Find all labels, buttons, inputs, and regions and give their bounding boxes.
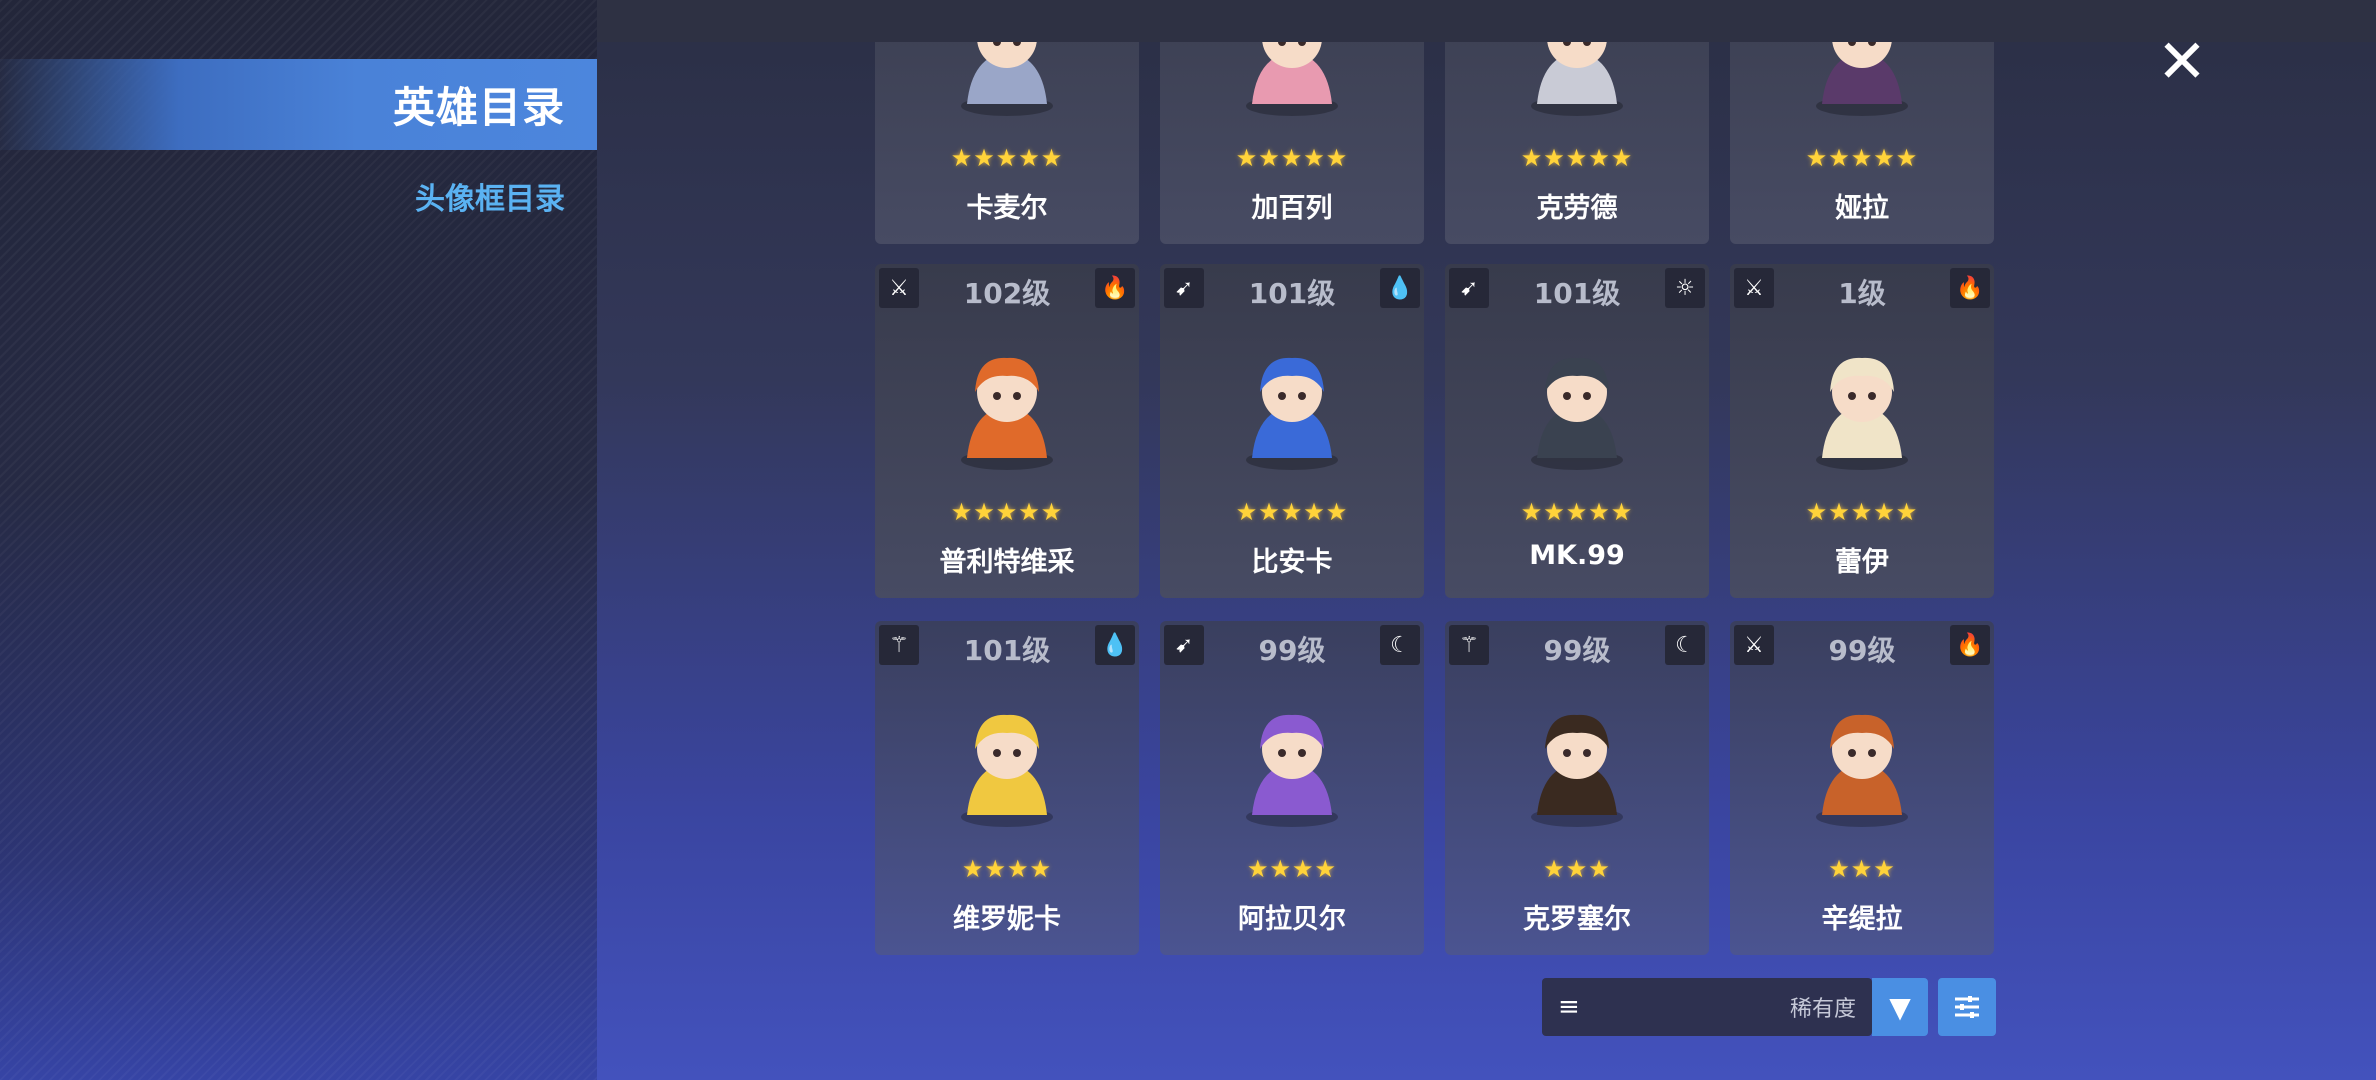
hero-portrait: [1507, 697, 1647, 837]
hero-level: 101级: [1248, 277, 1336, 310]
hero-portrait: [1507, 42, 1647, 126]
sidebar: 英雄目录 头像框目录: [0, 0, 597, 1080]
hero-rarity-stars: ★★★: [1828, 855, 1896, 883]
hero-portrait: [1222, 42, 1362, 126]
hero-card[interactable]: ⚔ 🔥 99级 ★★★ 辛缇拉: [1730, 621, 1994, 955]
hero-rarity-stars: ★★★★★: [1520, 498, 1634, 526]
chevron-down-icon: ▼: [1889, 990, 1911, 1024]
hero-level: 99级: [1828, 634, 1896, 667]
hero-name: MK.99: [1529, 540, 1625, 571]
hero-rarity-stars: ★★★★★: [1520, 144, 1634, 172]
hero-name: 卡麦尔: [966, 193, 1048, 224]
hero-name: 普利特维采: [939, 547, 1075, 578]
hero-portrait: [1222, 697, 1362, 837]
hero-name: 蕾伊: [1835, 547, 1889, 578]
tab-hero-catalog[interactable]: 英雄目录: [0, 59, 597, 150]
top-bar: [597, 0, 2376, 42]
hero-name: 克罗塞尔: [1523, 904, 1631, 935]
hero-name: 阿拉贝尔: [1238, 904, 1346, 935]
hero-card[interactable]: ★★★★★ 娅拉: [1730, 42, 1994, 244]
sort-dropdown[interactable]: ≡ 稀有度: [1542, 978, 1872, 1036]
hero-level: 102级: [963, 277, 1051, 310]
hero-name: 辛缇拉: [1821, 904, 1903, 935]
hero-rarity-stars: ★★★★: [961, 855, 1053, 883]
hero-portrait: [937, 697, 1077, 837]
hero-card[interactable]: ★★★★★ 加百列: [1160, 42, 1424, 244]
close-icon: ✕: [2156, 27, 2208, 97]
hero-rarity-stars: ★★★★★: [1235, 144, 1349, 172]
hero-portrait: [1792, 42, 1932, 126]
hero-card[interactable]: ➹ ☼ 101级 ★★★★★ MK.99: [1445, 264, 1709, 598]
hero-rarity-stars: ★★★★: [1246, 855, 1338, 883]
hero-rarity-stars: ★★★★★: [1805, 144, 1919, 172]
hero-portrait: [1507, 340, 1647, 480]
hero-level: 99级: [1258, 634, 1326, 667]
hero-rarity-stars: ★★★★★: [1805, 498, 1919, 526]
hero-card[interactable]: ➹ ☾ 99级 ★★★★ 阿拉贝尔: [1160, 621, 1424, 955]
hero-portrait: [1792, 340, 1932, 480]
hero-card[interactable]: ⚚ ☾ 99级 ★★★ 克罗塞尔: [1445, 621, 1709, 955]
sort-dropdown-button[interactable]: ▼: [1872, 978, 1928, 1036]
hero-name: 维罗妮卡: [953, 904, 1061, 935]
hero-level: 101级: [963, 634, 1051, 667]
hero-name: 加百列: [1251, 193, 1333, 224]
hero-rarity-stars: ★★★★★: [950, 498, 1064, 526]
hero-portrait: [937, 340, 1077, 480]
hero-level: 1级: [1838, 277, 1886, 310]
hero-grid: ★★★★★ 卡麦尔 ★★★★★ 加百列 ★★★★★ 克劳德 ★★★★★ 娅拉 ⚔ 🔥 102级 ★★★…: [875, 42, 1997, 962]
filter-button[interactable]: [1938, 978, 1996, 1036]
hero-portrait: [937, 42, 1077, 126]
list-icon: ≡: [1558, 992, 1580, 1022]
hero-portrait: [1792, 697, 1932, 837]
hero-rarity-stars: ★★★: [1543, 855, 1611, 883]
tab-avatar-frame-catalog[interactable]: 头像框目录: [0, 168, 597, 224]
hero-card[interactable]: ⚔ 🔥 1级 ★★★★★ 蕾伊: [1730, 264, 1994, 598]
hero-card[interactable]: ➹ 💧 101级 ★★★★★ 比安卡: [1160, 264, 1424, 598]
sort-label: 稀有度: [1789, 997, 1856, 1022]
hero-name: 克劳德: [1536, 193, 1618, 224]
hero-card[interactable]: ⚔ 🔥 102级 ★★★★★ 普利特维采: [875, 264, 1139, 598]
hero-name: 比安卡: [1251, 547, 1333, 578]
close-button[interactable]: ✕: [2150, 27, 2214, 97]
tab-avatar-frame-catalog-label: 头像框目录: [415, 182, 565, 217]
hero-rarity-stars: ★★★★★: [1235, 498, 1349, 526]
sliders-icon: [1955, 996, 1979, 1018]
hero-card[interactable]: ⚚ 💧 101级 ★★★★ 维罗妮卡: [875, 621, 1139, 955]
hero-level: 101级: [1533, 277, 1621, 310]
hero-card[interactable]: ★★★★★ 克劳德: [1445, 42, 1709, 244]
hero-name: 娅拉: [1835, 193, 1889, 224]
hero-card[interactable]: ★★★★★ 卡麦尔: [875, 42, 1139, 244]
hero-rarity-stars: ★★★★★: [950, 144, 1064, 172]
hero-level: 99级: [1543, 634, 1611, 667]
hero-portrait: [1222, 340, 1362, 480]
tab-hero-catalog-label: 英雄目录: [392, 83, 565, 132]
